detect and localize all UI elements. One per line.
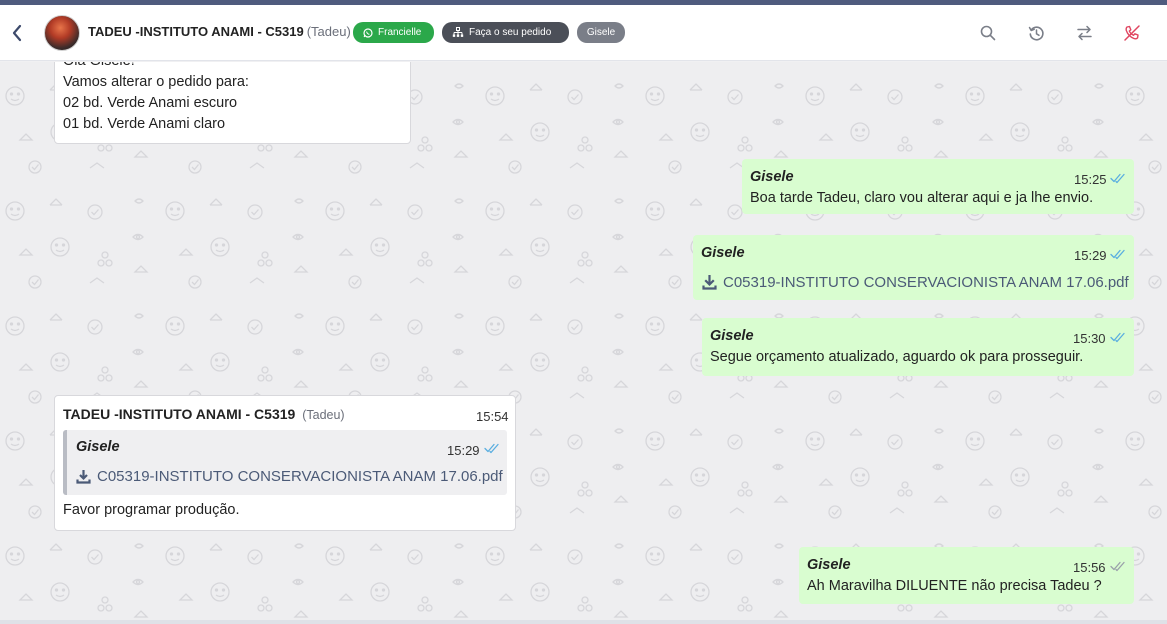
message-text: 01 bd. Verde Anami claro [63, 116, 226, 132]
message-bubble-outgoing[interactable]: Gisele 15:25 Boa tarde Tadeu, claro vou … [742, 159, 1134, 214]
delivered-ticks-icon [1110, 561, 1125, 572]
back-icon[interactable] [8, 23, 26, 43]
message-time: 15:29 [1074, 248, 1107, 263]
message-sender: Gisele [807, 557, 851, 573]
message-text: Ah Maravilha DILUENTE não precisa Tadeu … [807, 578, 1102, 594]
assigned-user-tag[interactable]: Gisele [577, 22, 625, 43]
message-bubble-outgoing[interactable]: Gisele 15:30 Segue orçamento atualizado,… [702, 318, 1134, 376]
chat-area[interactable]: Olá Gisele! Vamos alterar o pedido para:… [0, 62, 1167, 624]
whatsapp-icon [363, 27, 373, 38]
contact-subname: (Tadeu) [306, 24, 351, 39]
message-text: Olá Gisele! [63, 62, 135, 72]
history-icon[interactable] [1026, 23, 1046, 43]
message-time: 15:25 [1074, 172, 1107, 187]
message-text: 02 bd. Verde Anami escuro [63, 95, 238, 111]
quoted-message[interactable]: Gisele 15:29 C05319-INSTITUTO CONSERVACI… [63, 430, 507, 495]
order-tag-label: Faça o seu pedido [469, 27, 552, 38]
file-name: C05319-INSTITUTO CONSERVACIONISTA ANAM 1… [723, 274, 1129, 291]
order-tag[interactable]: Faça o seu pedido [442, 22, 569, 43]
message-time: 15:54 [476, 409, 509, 424]
download-icon [76, 470, 91, 484]
message-sender-sub: (Tadeu) [302, 408, 345, 422]
quoted-sender: Gisele [76, 439, 120, 455]
search-icon[interactable] [978, 23, 998, 43]
message-time: 15:56 [1073, 560, 1106, 575]
message-sender: Gisele [710, 328, 754, 344]
quoted-file-name: C05319-INSTITUTO CONSERVACIONISTA ANAM 1… [97, 468, 503, 485]
file-attachment-link[interactable]: C05319-INSTITUTO CONSERVACIONISTA ANAM 1… [702, 272, 1129, 293]
download-icon [702, 275, 717, 290]
message-sender-name: TADEU -INSTITUTO ANAMI - C5319 [63, 406, 296, 422]
message-text: Vamos alterar o pedido para: [63, 74, 249, 90]
quoted-file-link[interactable]: C05319-INSTITUTO CONSERVACIONISTA ANAM 1… [76, 466, 503, 487]
message-text: Boa tarde Tadeu, claro vou alterar aqui … [750, 190, 1094, 206]
message-sender: Gisele [750, 169, 794, 185]
read-ticks-icon [1110, 249, 1125, 260]
end-call-icon[interactable] [1122, 23, 1142, 43]
whatsapp-tag-label: Francielle [378, 27, 422, 38]
whatsapp-channel-tag[interactable]: Francielle [353, 22, 434, 43]
message-time: 15:30 [1073, 331, 1106, 346]
org-chart-icon [452, 27, 464, 37]
read-ticks-icon [1110, 332, 1125, 343]
message-bubble-outgoing[interactable]: Gisele 15:56 Ah Maravilha DILUENTE não p… [799, 547, 1134, 604]
message-text: Favor programar produção. [63, 502, 240, 518]
composer-edge [0, 620, 1167, 624]
message-sender: TADEU -INSTITUTO ANAMI - C5319 (Tadeu) [63, 404, 345, 426]
message-sender: Gisele [701, 245, 745, 261]
contact-avatar[interactable] [44, 15, 80, 51]
message-bubble-incoming[interactable]: TADEU -INSTITUTO ANAMI - C5319 (Tadeu) 1… [54, 395, 516, 531]
message-bubble-outgoing[interactable]: Gisele 15:29 C05319-INSTITUTO CONSERVACI… [693, 235, 1134, 300]
quoted-time: 15:29 [447, 443, 480, 458]
message-text: Segue orçamento atualizado, aguardo ok p… [710, 349, 1084, 365]
read-ticks-icon [484, 443, 499, 454]
message-bubble-incoming[interactable]: Olá Gisele! Vamos alterar o pedido para:… [54, 62, 411, 144]
contact-name: TADEU -INSTITUTO ANAMI - C5319 [88, 24, 304, 39]
contact-title[interactable]: TADEU -INSTITUTO ANAMI - C5319 (Tadeu) [88, 24, 351, 39]
transfer-icon[interactable] [1074, 23, 1094, 43]
read-ticks-icon [1110, 173, 1125, 184]
assigned-user-label: Gisele [586, 27, 616, 38]
chat-header: TADEU -INSTITUTO ANAMI - C5319 (Tadeu) Fr… [0, 5, 1167, 61]
